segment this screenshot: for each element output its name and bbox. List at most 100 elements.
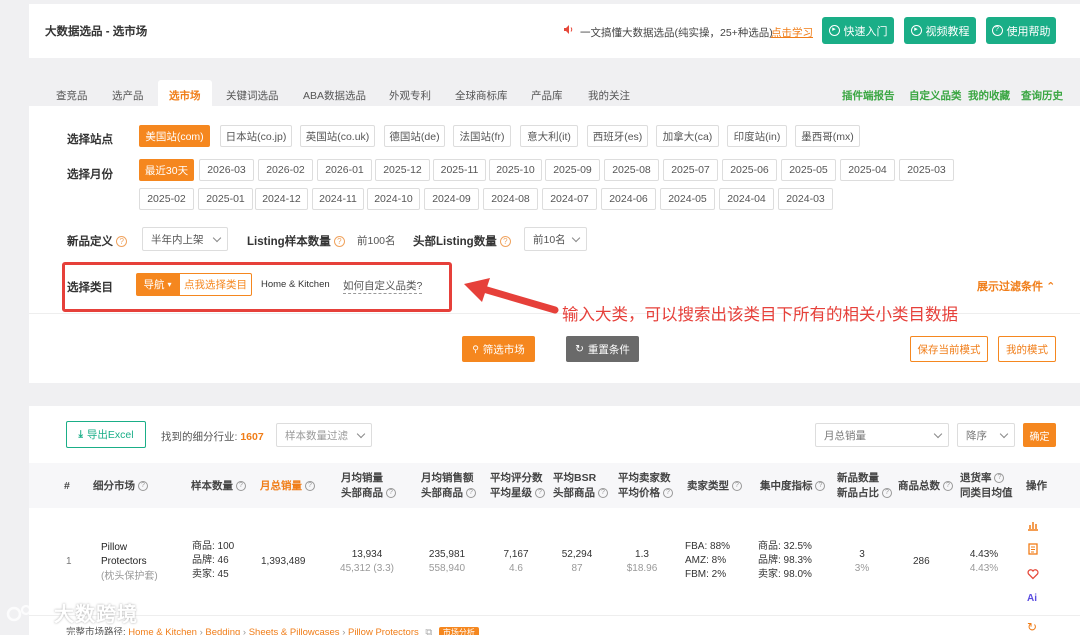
month-option[interactable]: 2024-10 bbox=[367, 188, 420, 210]
question-icon[interactable]: ? bbox=[534, 488, 545, 499]
export-excel-button[interactable]: ⤓ 导出Excel bbox=[66, 421, 146, 448]
site-es[interactable]: 西班牙(es) bbox=[587, 125, 648, 147]
refresh-icon[interactable]: ↻ bbox=[1027, 620, 1037, 634]
month-option[interactable]: 2024-06 bbox=[601, 188, 656, 210]
market-analysis-badge[interactable]: 市场分析 bbox=[438, 627, 479, 635]
month-option[interactable]: 2025-12 bbox=[375, 159, 430, 181]
col-total-sales[interactable]: 月总销量 ? bbox=[260, 479, 315, 494]
ai-icon[interactable]: Ai bbox=[1027, 593, 1037, 604]
month-option[interactable]: 2025-07 bbox=[663, 159, 718, 181]
month-option[interactable]: 2025-03 bbox=[899, 159, 954, 181]
question-icon[interactable]: ? bbox=[881, 488, 892, 499]
market-name[interactable]: Pillow Protectors bbox=[101, 541, 161, 569]
path-crumb[interactable]: Pillow Protectors bbox=[348, 627, 419, 635]
col-return-rate[interactable]: 退货率 ? 同类目均值 bbox=[960, 471, 1013, 501]
month-option[interactable]: 2024-12 bbox=[255, 188, 308, 210]
new-product-select[interactable]: 半年内上架 bbox=[142, 227, 228, 251]
tab-trademark[interactable]: 全球商标库 bbox=[455, 88, 508, 103]
month-option[interactable]: 2025-02 bbox=[139, 188, 194, 210]
question-icon[interactable]: ? bbox=[597, 488, 608, 499]
col-total-products[interactable]: 商品总数 ? bbox=[898, 479, 953, 494]
quick-start-button[interactable]: ▸ 快速入门 bbox=[822, 17, 894, 44]
month-option[interactable]: 2025-08 bbox=[604, 159, 659, 181]
month-option[interactable]: 2024-04 bbox=[719, 188, 774, 210]
document-icon[interactable] bbox=[1027, 543, 1039, 555]
col-avg-bsr[interactable]: 平均BSR 头部商品 ? bbox=[553, 471, 608, 501]
path-crumb[interactable]: Bedding bbox=[205, 627, 240, 635]
month-option[interactable]: 2024-08 bbox=[483, 188, 538, 210]
month-option[interactable]: 2025-05 bbox=[781, 159, 836, 181]
question-icon[interactable]: ? bbox=[333, 236, 345, 248]
site-in[interactable]: 印度站(in) bbox=[727, 125, 787, 147]
save-mode-button[interactable]: 保存当前模式 bbox=[910, 336, 988, 362]
col-market[interactable]: 细分市场 ? bbox=[93, 479, 148, 494]
month-option[interactable]: 2024-03 bbox=[778, 188, 833, 210]
question-icon[interactable]: ? bbox=[235, 481, 246, 492]
month-option[interactable]: 2024-05 bbox=[660, 188, 715, 210]
col-concentration[interactable]: 集中度指标 ? bbox=[760, 479, 826, 494]
custom-category-help-link[interactable]: 如何自定义品类? bbox=[343, 278, 423, 294]
sample-filter-select[interactable]: 样本数量过滤 bbox=[276, 423, 372, 447]
question-icon[interactable]: ? bbox=[137, 481, 148, 492]
history-link[interactable]: 查询历史 bbox=[1021, 88, 1063, 103]
confirm-button[interactable]: 确定 bbox=[1023, 423, 1056, 447]
site-ca[interactable]: 加拿大(ca) bbox=[656, 125, 719, 147]
question-icon[interactable]: ? bbox=[499, 236, 511, 248]
site-us[interactable]: 美国站(com) bbox=[139, 125, 210, 147]
head-listing-select[interactable]: 前10名 bbox=[524, 227, 587, 251]
path-crumb[interactable]: Home & Kitchen bbox=[128, 627, 197, 635]
tab-keyword[interactable]: 关键词选品 bbox=[226, 88, 279, 103]
notice-link[interactable]: 点击学习 bbox=[771, 25, 813, 40]
month-recent30[interactable]: 最近30天 bbox=[139, 159, 194, 181]
question-icon[interactable]: ? bbox=[116, 236, 128, 248]
plugin-report-link[interactable]: 插件端报告 bbox=[842, 88, 895, 103]
question-icon[interactable]: ? bbox=[662, 488, 673, 499]
col-avg-sellers[interactable]: 平均卖家数 平均价格 ? bbox=[618, 471, 673, 501]
tab-product[interactable]: 选产品 bbox=[112, 88, 144, 103]
site-it[interactable]: 意大利(it) bbox=[520, 125, 578, 147]
sort-order-select[interactable]: 降序 bbox=[957, 423, 1015, 447]
help-button[interactable]: ? 使用帮助 bbox=[986, 17, 1056, 44]
tab-aba[interactable]: ABA数据选品 bbox=[303, 88, 366, 103]
tab-competitor[interactable]: 查竞品 bbox=[56, 88, 88, 103]
site-mx[interactable]: 墨西哥(mx) bbox=[795, 125, 860, 147]
month-option[interactable]: 2024-11 bbox=[312, 188, 364, 210]
tab-patent[interactable]: 外观专利 bbox=[389, 88, 431, 103]
custom-category-link[interactable]: 自定义品类 bbox=[909, 88, 962, 103]
path-crumb[interactable]: Sheets & Pillowcases bbox=[249, 627, 340, 635]
tab-following[interactable]: 我的关注 bbox=[588, 88, 630, 103]
tab-product-lib[interactable]: 产品库 bbox=[531, 88, 563, 103]
filter-market-button[interactable]: ⚲ 筛选市场 bbox=[462, 336, 535, 362]
col-new-count[interactable]: 新品数量 新品占比 ? bbox=[837, 471, 892, 501]
month-option[interactable]: 2026-03 bbox=[199, 159, 254, 181]
col-avg-revenue[interactable]: 月均销售额 头部商品 ? bbox=[421, 471, 476, 501]
heart-icon[interactable] bbox=[1027, 568, 1039, 580]
my-mode-button[interactable]: 我的模式 bbox=[998, 336, 1056, 362]
col-seller-type[interactable]: 卖家类型 ? bbox=[687, 479, 742, 494]
favorites-link[interactable]: 我的收藏 bbox=[968, 88, 1010, 103]
month-option[interactable]: 2026-01 bbox=[317, 159, 372, 181]
question-icon[interactable]: ? bbox=[815, 481, 826, 492]
col-sample[interactable]: 样本数量 ? bbox=[191, 479, 246, 494]
month-option[interactable]: 2025-10 bbox=[489, 159, 542, 181]
question-icon[interactable]: ? bbox=[731, 481, 742, 492]
question-icon[interactable]: ? bbox=[942, 481, 953, 492]
pick-category-button[interactable]: 点我选择类目 bbox=[179, 273, 252, 296]
reset-button[interactable]: ↻ 重置条件 bbox=[566, 336, 639, 362]
month-option[interactable]: 2025-04 bbox=[840, 159, 895, 181]
nav-button[interactable]: 导航 ▾ bbox=[136, 273, 179, 296]
expand-filters-link[interactable]: 展示过滤条件 ⌃ bbox=[977, 278, 1055, 294]
month-option[interactable]: 2024-09 bbox=[424, 188, 479, 210]
month-option[interactable]: 2024-07 bbox=[542, 188, 597, 210]
month-option[interactable]: 2026-02 bbox=[258, 159, 313, 181]
sample-count-value[interactable]: 前100名 bbox=[357, 233, 396, 248]
col-avg-sales[interactable]: 月均销量 头部商品 ? bbox=[341, 471, 396, 501]
video-tutorial-button[interactable]: ▸ 视频教程 bbox=[904, 17, 976, 44]
month-option[interactable]: 2025-06 bbox=[722, 159, 777, 181]
site-de[interactable]: 德国站(de) bbox=[384, 125, 445, 147]
month-option[interactable]: 2025-01 bbox=[198, 188, 253, 210]
bar-chart-icon[interactable] bbox=[1027, 519, 1039, 531]
question-icon[interactable]: ? bbox=[385, 488, 396, 499]
site-fr[interactable]: 法国站(fr) bbox=[453, 125, 511, 147]
site-jp[interactable]: 日本站(co.jp) bbox=[220, 125, 292, 147]
